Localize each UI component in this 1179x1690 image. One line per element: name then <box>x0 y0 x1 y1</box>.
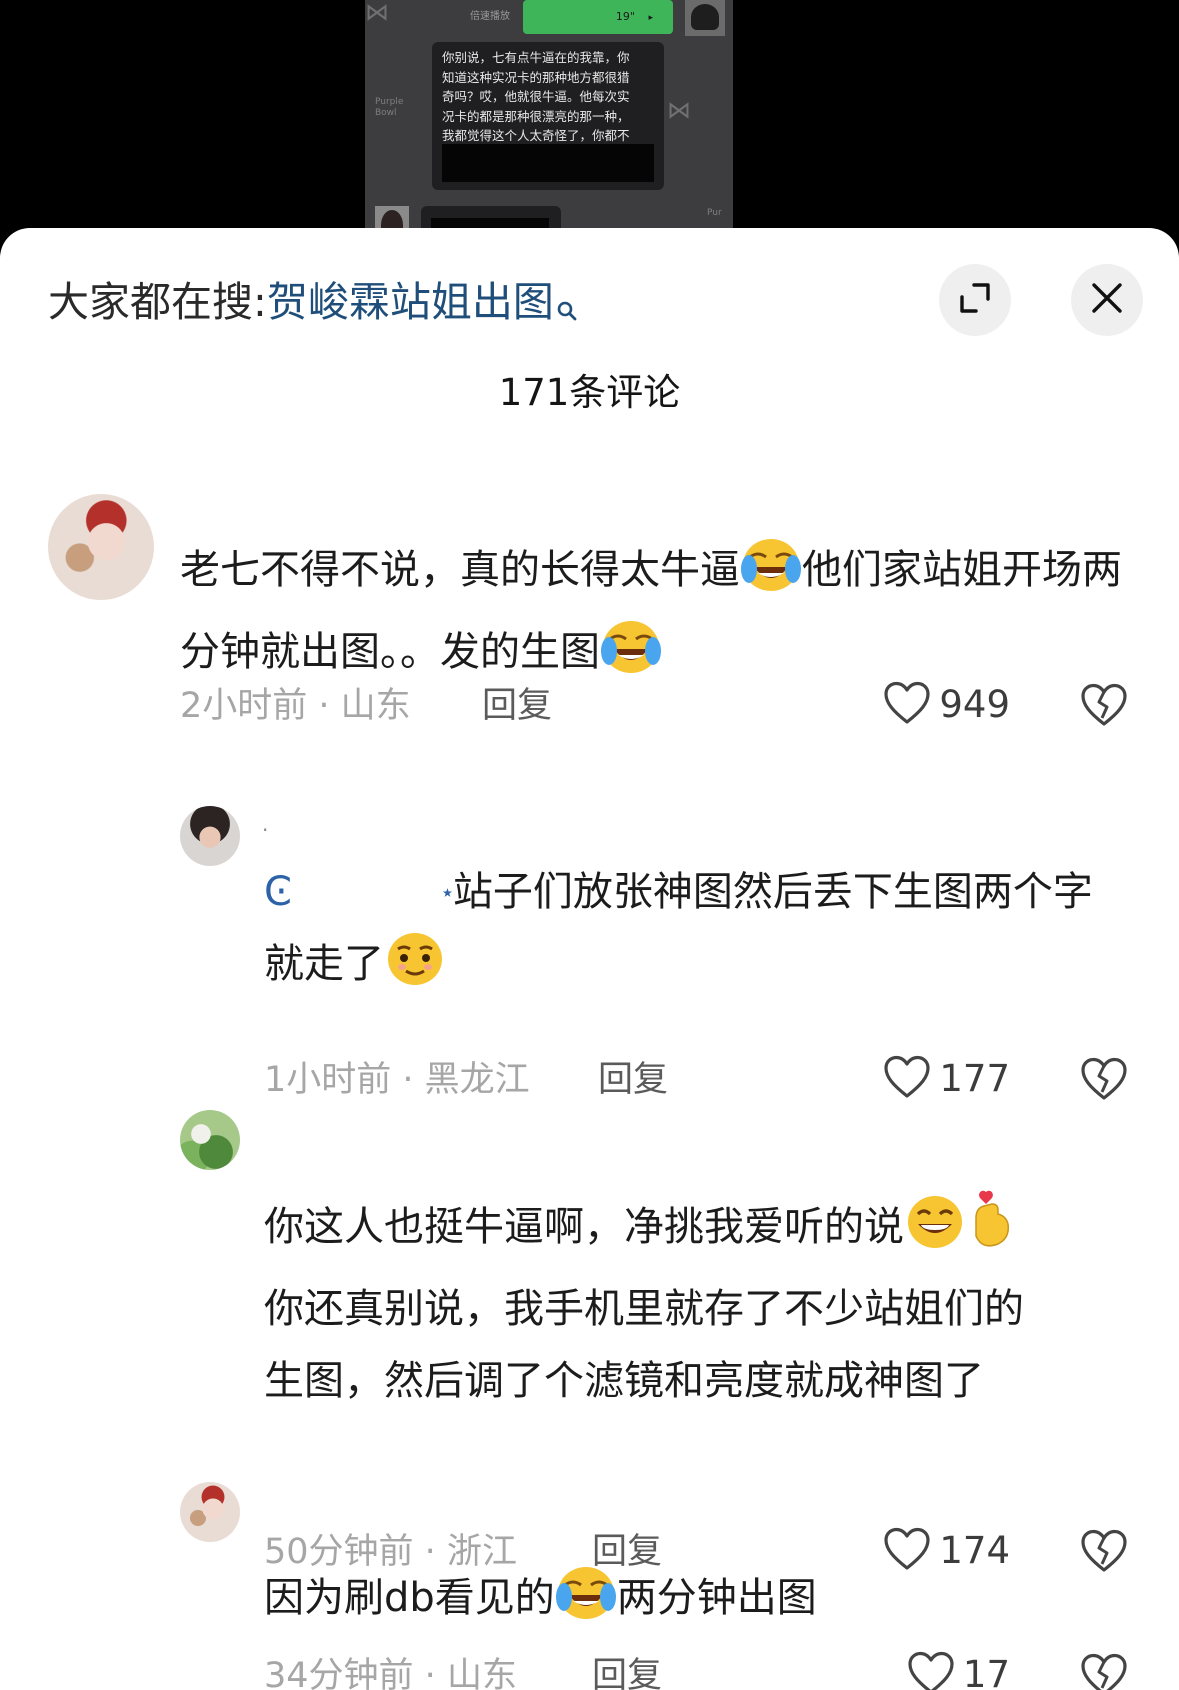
comment-location: 山东 <box>446 1656 517 1690</box>
heart-icon <box>883 681 931 729</box>
comment-time: 34分钟前 <box>264 1656 414 1690</box>
comment-item: · Ͼ ٭站子们放张神图然后丢下生图两个字就走了 1小时前 · 黑龙江 回复 17… <box>0 794 1179 1124</box>
search-keyword[interactable]: 贺峻霖站姐出图 <box>267 278 554 326</box>
expand-icon <box>958 281 992 319</box>
voice-duration: 19" <box>615 10 635 23</box>
finger-heart-emoji <box>966 1188 1016 1273</box>
mention-icon[interactable]: Ͼ <box>264 869 292 915</box>
search-prefix: 大家都在搜: <box>48 278 267 326</box>
comment-item: 你这人也挺牛逼啊，净挑我爱听的说你还真别说，我手机里就存了不少站姐们的 生图，然后… <box>0 1110 1179 1572</box>
comment-text: 你这人也挺牛逼啊，净挑我爱听的说你还真别说，我手机里就存了不少站姐们的 生图，然后… <box>264 1188 1124 1417</box>
comment-item: 老七不得不说，真的长得太牛逼 他们家站姐开场两分钟就出图。。发的生图 2小时前 ·… <box>0 494 1179 794</box>
username[interactable]: · <box>262 818 268 842</box>
bubble-line: 况卡的都是那种很漂亮的那一种， <box>442 108 630 124</box>
user-avatar[interactable] <box>48 494 154 600</box>
mention-tail: ٭ <box>441 880 453 904</box>
like-count: 177 <box>939 1057 1010 1100</box>
bubble-line: 你别说，七有点牛逼在的我靠，你 <box>442 50 630 65</box>
broken-heart-icon[interactable] <box>1080 1056 1128 1104</box>
heart-icon <box>907 1651 955 1690</box>
bubble-line: 我都觉得这个人太奇怪了，你都不 <box>442 128 630 143</box>
crying-laugh-emoji <box>740 535 802 616</box>
text-segment: 因为刷db看见的 <box>264 1575 555 1621</box>
like-button[interactable]: 949 <box>860 681 1010 729</box>
broken-heart-icon[interactable] <box>1080 1652 1128 1690</box>
chat-avatar-right <box>685 0 725 36</box>
text-segment: 你这人也挺牛逼啊，净挑我爱听的说 <box>264 1204 904 1250</box>
comment-meta: 2小时前 · 山东 <box>180 686 411 726</box>
expand-button[interactable] <box>939 264 1011 336</box>
crying-laugh-emoji <box>600 617 662 698</box>
chat-text-bubble: 你别说，七有点牛逼在的我靠，你 知道这种实况卡的那种地方都很猎 奇吗？哎，他就很… <box>432 42 664 190</box>
like-count: 17 <box>962 1653 1010 1690</box>
text-segment: 老七不得不说，真的长得太牛逼 <box>180 547 740 593</box>
close-button[interactable] <box>1071 264 1143 336</box>
user-avatar[interactable] <box>180 1482 240 1542</box>
search-suggestion[interactable]: 大家都在搜:贺峻霖站姐出图 <box>48 272 578 332</box>
comment-count-title: 171条评论 <box>498 371 681 414</box>
comment-text: Ͼ ٭站子们放张神图然后丢下生图两个字就走了 <box>264 856 1124 1010</box>
reply-button[interactable]: 回复 <box>482 684 552 728</box>
redaction-block <box>442 144 654 182</box>
text-segment: 你还真别说，我手机里就存了不少站姐们的 <box>264 1286 1024 1332</box>
comment-item: 因为刷db看见的 两分钟出图 34分钟前 · 山东 回复 17 <box>0 1482 1179 1690</box>
bow-icon: ⋈ <box>365 0 389 26</box>
comment-text: 老七不得不说，真的长得太牛逼 他们家站姐开场两分钟就出图。。发的生图 <box>180 534 1140 698</box>
video-frame: 倍速播放 19" ▸ ⋈ Purple Bowl ⋈ Pur 你别说，七有点牛逼在… <box>365 0 733 240</box>
broken-heart-icon[interactable] <box>1080 682 1128 730</box>
like-button[interactable]: 177 <box>860 1055 1010 1103</box>
like-button[interactable]: 17 <box>860 1651 1010 1690</box>
bubble-line: 奇吗？哎，他就很牛逼。他每次实 <box>442 89 630 104</box>
text-segment: 两分钟出图 <box>616 1575 817 1621</box>
comment-location: 黑龙江 <box>424 1060 530 1100</box>
comment-meta: 34分钟前 · 山东 <box>264 1654 517 1690</box>
speed-label: 倍速播放 <box>470 11 510 22</box>
comment-time: 1小时前 <box>264 1060 392 1100</box>
heart-icon <box>883 1055 931 1103</box>
comment-meta: 1小时前 · 黑龙江 <box>264 1060 530 1100</box>
reply-button[interactable]: 回复 <box>592 1654 662 1690</box>
user-avatar[interactable] <box>180 806 240 866</box>
reply-button[interactable]: 回复 <box>598 1058 668 1102</box>
bubble-line: 知道这种实况卡的那种地方都很猎 <box>442 69 630 85</box>
watermark-right: Pur <box>707 208 722 218</box>
watermark-left: Purple Bowl <box>375 97 404 118</box>
video-background[interactable]: 倍速播放 19" ▸ ⋈ Purple Bowl ⋈ Pur 你别说，七有点牛逼在… <box>0 0 1179 260</box>
play-arrow-icon: ▸ <box>648 13 653 23</box>
voice-message-bubble: 19" ▸ <box>523 0 673 34</box>
comment-text: 因为刷db看见的 两分钟出图 <box>264 1562 1124 1644</box>
text-segment: 生图，然后调了个滤镜和亮度就成神图了 <box>264 1358 984 1404</box>
search-icon <box>556 278 578 338</box>
comment-sheet: 大家都在搜:贺峻霖站姐出图 171条评论 老七不得不说，真的长得太牛逼 他们家站姐… <box>0 228 1179 1690</box>
user-avatar[interactable] <box>180 1110 240 1170</box>
smiling-tear-emoji <box>384 929 446 1010</box>
grinning-emoji <box>904 1192 966 1273</box>
bow-icon: ⋈ <box>667 96 691 124</box>
close-icon <box>1090 281 1124 319</box>
crying-laugh-emoji <box>555 1563 617 1644</box>
comment-time: 2小时前 <box>180 686 308 726</box>
like-count: 949 <box>939 683 1010 726</box>
comment-location: 山东 <box>340 686 411 726</box>
